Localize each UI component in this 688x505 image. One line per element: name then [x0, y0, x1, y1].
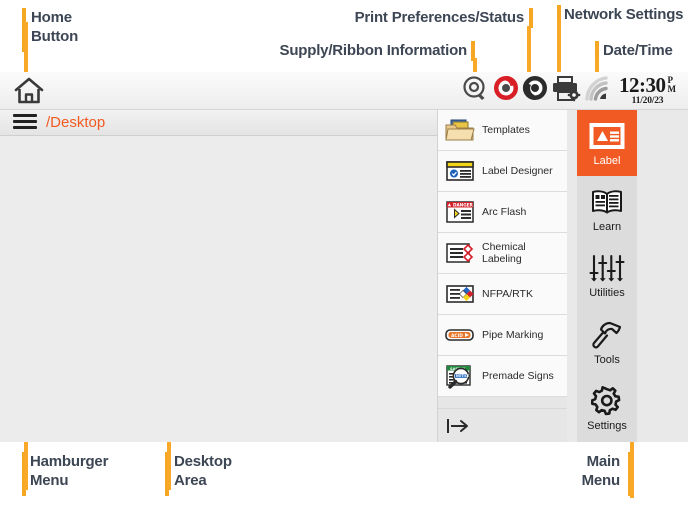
status-icon-group: 12:30 P M 11/20/23 — [462, 75, 682, 107]
callout-date-time: Date/Time — [603, 41, 673, 60]
date-time-display[interactable]: 12:30 P M 11/20/23 — [619, 76, 676, 106]
ribbon-icon[interactable] — [462, 75, 490, 106]
collapse-arrow-icon — [446, 417, 472, 435]
main-menu-label: Settings — [587, 420, 627, 432]
callout-main-menu: Main Menu — [520, 452, 620, 490]
hamburger-icon-bar2 — [13, 120, 37, 123]
gear-icon — [591, 385, 623, 417]
printer-settings-icon[interactable] — [551, 75, 581, 107]
app-list-spacer — [438, 397, 567, 408]
app-item-pipe-marking[interactable]: ACID Pipe Marking — [438, 315, 567, 356]
home-icon — [12, 75, 46, 107]
callout-supply-ribbon: Supply/Ribbon Information — [277, 41, 467, 60]
wifi-icon[interactable] — [584, 75, 612, 106]
clock-time: 12:30 — [619, 76, 666, 95]
hamburger-icon-bar3 — [13, 126, 37, 129]
app-label: Arc Flash — [482, 206, 526, 218]
callout-network-settings: Network Settings — [564, 5, 683, 24]
main-menu-item-learn[interactable]: Learn — [577, 176, 637, 242]
callout-hamburger-menu: Hamburger Menu — [30, 452, 108, 490]
premade-signs-icon: SAFETY NOTICE — [444, 363, 476, 389]
app-label: Chemical Labeling — [482, 241, 567, 265]
annotated-screenshot: Home Button Supply/Ribbon Information Pr… — [0, 0, 688, 505]
main-menu-item-label[interactable]: Label — [577, 110, 637, 176]
nfpa-rtk-icon — [444, 281, 476, 307]
book-icon — [590, 186, 624, 218]
app-item-templates[interactable]: Templates — [438, 110, 567, 151]
app-label: NFPA/RTK — [482, 288, 533, 300]
callout-home-button: Home Button — [31, 8, 78, 46]
app-label: Label Designer — [482, 165, 553, 177]
main-menu-item-utilities[interactable]: Utilities — [577, 243, 637, 309]
templates-folder-icon — [444, 117, 476, 143]
svg-text:DANGER: DANGER — [453, 203, 474, 208]
main-menu-rail: Label — [577, 110, 637, 442]
main-menu-label: Learn — [593, 221, 621, 233]
clock-ampm-m: M — [668, 85, 677, 94]
app-label: Pipe Marking — [482, 329, 543, 341]
hamburger-menu-button[interactable] — [13, 114, 37, 131]
pipe-marking-icon: ACID — [444, 322, 476, 348]
clock-date: 11/20/23 — [619, 96, 676, 106]
svg-text:ACID: ACID — [451, 333, 463, 339]
callout-bar-print — [529, 8, 533, 28]
app-label: Templates — [482, 124, 530, 136]
label-designer-icon — [444, 158, 476, 184]
breadcrumb-path[interactable]: /Desktop — [46, 114, 105, 131]
chemical-labeling-icon — [444, 240, 476, 266]
main-menu-item-settings[interactable]: Settings — [577, 376, 637, 442]
app-item-premade-signs[interactable]: SAFETY NOTICE Premade Signs — [438, 356, 567, 397]
app-item-nfpa-rtk[interactable]: NFPA/RTK — [438, 274, 567, 315]
home-button[interactable] — [12, 75, 46, 107]
app-item-chemical-labeling[interactable]: Chemical Labeling — [438, 233, 567, 274]
svg-text:NOTICE: NOTICE — [456, 374, 469, 378]
arc-flash-icon: DANGER — [444, 199, 476, 225]
callout-print-preferences: Print Preferences/Status — [348, 8, 524, 27]
main-menu-label: Tools — [594, 354, 620, 366]
app-item-arc-flash[interactable]: DANGER Arc Flash — [438, 192, 567, 233]
device-screen: 12:30 P M 11/20/23 /De — [0, 72, 688, 442]
label-icon — [589, 120, 625, 152]
main-menu-label: Label — [594, 155, 621, 167]
status-bar: 12:30 P M 11/20/23 — [0, 72, 688, 110]
main-menu-item-tools[interactable]: Tools — [577, 309, 637, 375]
app-item-label-designer[interactable]: Label Designer — [438, 151, 567, 192]
callout-desktop-area: Desktop Area — [174, 452, 232, 490]
hammer-icon — [590, 319, 624, 351]
supply-black-icon[interactable] — [522, 75, 548, 106]
app-list-panel: Templates Labe — [437, 110, 567, 442]
sliders-icon — [589, 252, 625, 284]
app-list-collapse-button[interactable] — [438, 408, 567, 442]
app-label: Premade Signs — [482, 370, 554, 382]
hamburger-icon — [13, 114, 37, 117]
supply-red-icon[interactable] — [493, 75, 519, 106]
main-menu-label: Utilities — [589, 287, 624, 299]
